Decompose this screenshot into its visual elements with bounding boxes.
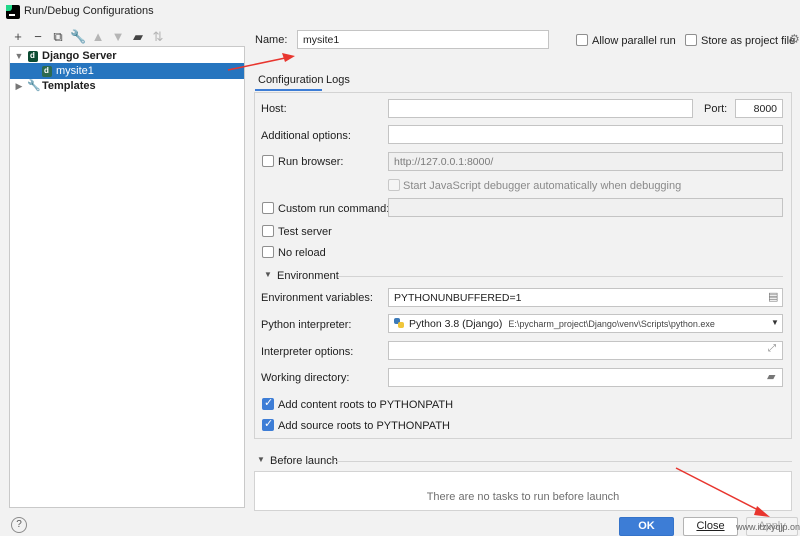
- content-roots-checkbox[interactable]: [262, 396, 274, 410]
- chevron-down-icon[interactable]: ▼: [14, 48, 24, 64]
- before-launch-empty-text: There are no tasks to run before launch: [426, 491, 620, 503]
- tree-item-label: Django Server: [42, 50, 117, 62]
- copy-icon[interactable]: ⧉: [50, 29, 66, 45]
- port-label: Port:: [704, 103, 728, 115]
- additional-options-label: Additional options:: [261, 130, 351, 142]
- env-vars-label: Environment variables:: [261, 292, 373, 304]
- close-button[interactable]: Close: [683, 517, 738, 536]
- name-input[interactable]: mysite1: [297, 30, 549, 49]
- store-project-checkbox[interactable]: [685, 34, 697, 46]
- help-icon[interactable]: ?: [11, 517, 27, 533]
- js-debugger-checkbox[interactable]: [388, 179, 400, 191]
- js-debugger-label: Start JavaScript debugger automatically …: [403, 180, 682, 192]
- annotation-arrowhead-name: [282, 53, 295, 62]
- python-icon: [393, 317, 405, 329]
- source-roots-checkbox[interactable]: [262, 417, 274, 431]
- folder-icon[interactable]: ▰: [767, 370, 775, 383]
- custom-command-label: Custom run command:: [278, 203, 390, 215]
- host-input[interactable]: [388, 99, 693, 118]
- interpreter-path: E:\pycharm_project\Django\venv\Scripts\p…: [508, 319, 715, 329]
- arrow-down-icon[interactable]: ▼: [110, 29, 126, 45]
- tree-item-templates[interactable]: ▶ 🔧 Templates: [10, 78, 244, 94]
- chevron-right-icon[interactable]: ▶: [14, 78, 24, 94]
- document-icon[interactable]: ▤: [768, 290, 778, 303]
- django-icon: [28, 48, 38, 64]
- interpreter-name: Python 3.8 (Django): [409, 318, 503, 330]
- store-project-label: Store as project file: [701, 35, 796, 47]
- python-interpreter-select[interactable]: Python 3.8 (Django) E:\pycharm_project\D…: [388, 314, 783, 333]
- minus-icon[interactable]: −: [30, 29, 46, 45]
- wrench-icon: 🔧: [27, 80, 41, 92]
- working-directory-input[interactable]: [388, 368, 783, 387]
- host-label: Host:: [261, 103, 287, 115]
- no-reload-checkbox[interactable]: [262, 246, 274, 258]
- interpreter-options-input[interactable]: [388, 341, 783, 360]
- ok-button[interactable]: OK: [619, 517, 674, 536]
- tree-item-label: mysite1: [56, 65, 94, 77]
- allow-parallel-checkbox[interactable]: [576, 34, 588, 46]
- section-divider: [338, 276, 783, 277]
- tab-logs[interactable]: Logs: [326, 74, 350, 86]
- environment-section-label[interactable]: Environment: [277, 270, 339, 282]
- chevron-down-icon[interactable]: ▼: [257, 455, 265, 464]
- expand-icon[interactable]: ⤢: [768, 343, 776, 354]
- dropdown-arrow-icon[interactable]: ▼: [771, 318, 779, 327]
- content-roots-label: Add content roots to PYTHONPATH: [278, 399, 454, 411]
- no-reload-label: No reload: [278, 247, 326, 259]
- run-browser-label: Run browser:: [278, 156, 344, 168]
- custom-command-input[interactable]: [388, 198, 783, 217]
- custom-command-checkbox[interactable]: [262, 202, 274, 214]
- interpreter-options-label: Interpreter options:: [261, 346, 354, 358]
- test-server-label: Test server: [278, 226, 332, 238]
- port-input[interactable]: 8000: [735, 99, 783, 118]
- tree-item-label: Templates: [42, 80, 96, 92]
- test-server-checkbox[interactable]: [262, 225, 274, 237]
- folder-icon[interactable]: ▰: [130, 29, 146, 45]
- plus-icon[interactable]: +: [10, 29, 26, 45]
- tab-configuration[interactable]: Configuration: [258, 74, 323, 86]
- title-bar: Run/Debug Configurations: [0, 0, 800, 24]
- additional-options-input[interactable]: [388, 125, 783, 144]
- wrench-icon[interactable]: 🔧: [70, 29, 86, 45]
- run-browser-checkbox[interactable]: [262, 155, 274, 167]
- name-label: Name:: [255, 34, 288, 46]
- run-browser-url-input[interactable]: http://127.0.0.1:8000/: [388, 152, 783, 171]
- before-launch-section-label[interactable]: Before launch: [270, 455, 338, 467]
- active-tab-indicator: [255, 89, 322, 91]
- watermark-text: www.itzxyqjp.online: [736, 522, 800, 532]
- source-roots-label: Add source roots to PYTHONPATH: [278, 420, 450, 432]
- allow-parallel-label: Allow parallel run: [592, 35, 676, 47]
- working-directory-label: Working directory:: [261, 372, 350, 384]
- tree-item-mysite1[interactable]: mysite1: [10, 63, 244, 79]
- window-title: Run/Debug Configurations: [24, 5, 154, 17]
- configuration-tree[interactable]: ▼ Django Server mysite1 ▶ 🔧 Templates: [9, 46, 245, 508]
- env-vars-input[interactable]: PYTHONUNBUFFERED=1: [388, 288, 783, 307]
- django-config-icon: [42, 63, 52, 79]
- tree-item-django-server[interactable]: ▼ Django Server: [10, 48, 244, 64]
- arrow-up-icon[interactable]: ▲: [90, 29, 106, 45]
- pycharm-app-icon: [6, 5, 20, 19]
- gear-icon[interactable]: ⚙: [789, 32, 800, 46]
- sort-icon[interactable]: ⇅: [150, 29, 166, 45]
- chevron-down-icon[interactable]: ▼: [264, 270, 272, 279]
- python-interpreter-label: Python interpreter:: [261, 319, 352, 331]
- section-divider: [336, 461, 792, 462]
